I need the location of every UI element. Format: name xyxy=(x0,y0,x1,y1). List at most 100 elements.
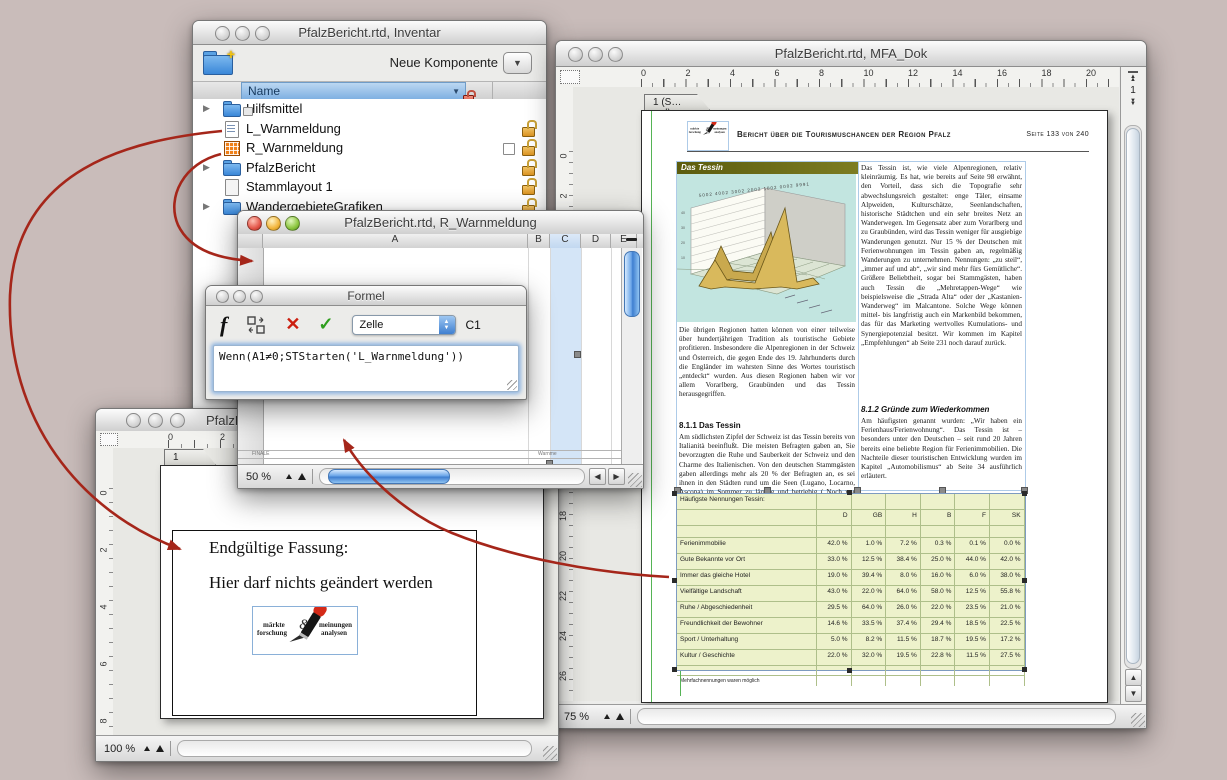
close-button[interactable] xyxy=(126,413,141,428)
unlocked-icon[interactable] xyxy=(522,146,535,156)
column-header-e[interactable]: E xyxy=(611,234,637,248)
horizontal-scrollbar[interactable] xyxy=(177,740,532,757)
zoom-in-icon[interactable] xyxy=(156,745,164,752)
tessin-3d-chart[interactable]: 5002 4002 3002 2002 1002 0002 9991 40302… xyxy=(677,174,856,322)
company-logo: märkte meinungen & forschung analysen xyxy=(253,607,357,654)
spreadsheet-titlebar[interactable]: PfalzBericht.rtd, R_Warnmeldung xyxy=(238,211,643,235)
final-page: Endgültige Fassung: Hier darf nichts geä… xyxy=(160,465,544,719)
resize-grip[interactable] xyxy=(628,473,642,487)
header-logo-frame[interactable]: märkte meinungen & forschung analysen xyxy=(687,121,729,151)
document-statusbar: 75 % xyxy=(556,704,1146,728)
previous-page-button[interactable]: ▲▲ xyxy=(1121,75,1145,82)
table-row: Ferienimmobilie 42.0 %1.0 % 7.2 %0.3 % 0… xyxy=(677,538,1025,554)
inventory-titlebar[interactable]: PfalzBericht.rtd, Inventar xyxy=(193,21,546,45)
svg-text:20: 20 xyxy=(681,241,685,245)
resize-grip[interactable] xyxy=(543,746,557,760)
splitter-icon[interactable] xyxy=(1128,71,1138,73)
column-header-d[interactable]: D xyxy=(581,234,611,248)
disclosure-triangle-icon[interactable]: ▶ xyxy=(203,103,210,114)
unlocked-icon[interactable] xyxy=(522,166,535,176)
minimize-button[interactable] xyxy=(148,413,163,428)
document-titlebar[interactable]: PfalzBericht.rtd, MFA_Dok xyxy=(556,41,1146,67)
zoom-level[interactable]: 50 % xyxy=(246,471,280,483)
column-header-c[interactable]: C xyxy=(550,234,581,248)
selection-handle[interactable] xyxy=(847,668,852,673)
next-page-button[interactable]: ▼▼ xyxy=(1121,99,1145,106)
column-header-a[interactable]: A xyxy=(263,234,528,248)
left-column-frame[interactable]: Das Tessin xyxy=(676,161,859,491)
cell-reference: C1 xyxy=(466,318,481,332)
table-column-header: F xyxy=(955,510,990,525)
selection-handle[interactable] xyxy=(672,578,677,583)
unlocked-icon[interactable] xyxy=(522,127,535,137)
horizontal-scrollbar[interactable] xyxy=(319,468,585,485)
formula-window[interactable]: Formel f ✕ ✓ Zelle ▲▼ C1 Wenn(A1≠0;STSta… xyxy=(205,285,527,400)
running-header-title: Bericht über die Tourismuschancen der Re… xyxy=(737,130,951,139)
selection-handle[interactable] xyxy=(672,667,677,672)
formula-titlebar[interactable]: Formel xyxy=(206,286,526,306)
list-item[interactable]: ▶ PfalzBericht xyxy=(193,158,546,178)
svg-text:40: 40 xyxy=(681,211,685,215)
horizontal-scroll-thumb[interactable] xyxy=(328,469,450,484)
new-component-dropdown-button[interactable]: ▼ xyxy=(503,52,532,74)
selection-handle[interactable] xyxy=(1022,491,1027,496)
selection-handle[interactable] xyxy=(1022,578,1027,583)
pane-splitter-icon[interactable] xyxy=(626,238,637,241)
function-icon[interactable]: f xyxy=(220,312,227,338)
selection-handle[interactable] xyxy=(1022,667,1027,672)
horizontal-scrollbar[interactable] xyxy=(637,708,1116,725)
frame-handle[interactable] xyxy=(574,351,581,358)
vertical-scroll-thumb[interactable] xyxy=(1126,128,1140,664)
swap-reference-icon[interactable] xyxy=(247,316,265,334)
unlocked-icon[interactable] xyxy=(522,185,535,195)
marker-pen-icon xyxy=(688,122,728,141)
item-label: R_Warnmeldung xyxy=(246,140,343,155)
vertical-scrollbar[interactable] xyxy=(1124,125,1142,669)
confirm-icon[interactable]: ✓ xyxy=(318,314,333,335)
zoom-out-icon[interactable] xyxy=(604,714,610,719)
item-checkbox[interactable] xyxy=(503,143,515,155)
zoom-out-icon[interactable] xyxy=(144,746,150,751)
column-header-b[interactable]: B xyxy=(528,234,550,248)
name-column-header[interactable]: Name ▼ xyxy=(241,82,466,100)
formula-input[interactable]: Wenn(A1≠0;STStarten('L_Warnmeldung')) xyxy=(213,345,519,392)
cancel-icon[interactable]: ✕ xyxy=(285,314,300,335)
scroll-left-button[interactable]: ◀ xyxy=(589,468,606,485)
zoom-button[interactable] xyxy=(170,413,185,428)
resize-grip[interactable] xyxy=(1131,713,1145,727)
selection-handle[interactable] xyxy=(672,491,677,496)
zoom-level[interactable]: 100 % xyxy=(104,743,138,755)
heading-8-1-1: 8.1.1 Das Tessin xyxy=(679,421,741,430)
table-column-header: H xyxy=(886,510,921,525)
scroll-right-button[interactable]: ▶ xyxy=(608,468,625,485)
zoom-out-icon[interactable] xyxy=(286,474,292,479)
window-title: PfalzBericht.rtd, Inventar xyxy=(193,25,546,40)
table-row: Kultur / Geschichte 22.0 %32.0 % 19.5 %2… xyxy=(677,650,1025,666)
tab-well[interactable] xyxy=(560,70,580,84)
scope-dropdown[interactable]: Zelle ▲▼ xyxy=(352,315,456,335)
list-item[interactable]: Stammlayout 1 xyxy=(193,177,546,197)
new-folder-icon[interactable]: + xyxy=(203,50,233,74)
right-column-frame[interactable]: Das Tessin ist, wie viele Alpenregionen,… xyxy=(858,161,1026,491)
zoom-in-icon[interactable] xyxy=(616,713,624,720)
tessin-table[interactable]: Häufigste Nennungen Tessin: DGBHBFSK Fer… xyxy=(676,493,1026,671)
vertical-scroll-thumb[interactable] xyxy=(624,251,640,317)
corner-cell[interactable] xyxy=(238,234,263,248)
tab-well[interactable] xyxy=(100,433,118,446)
logo-frame[interactable]: märkte meinungen & forschung analysen xyxy=(252,606,358,655)
formula-toolbar: f ✕ ✓ Zelle ▲▼ C1 xyxy=(206,306,526,343)
resize-grip[interactable] xyxy=(507,380,517,390)
list-item[interactable]: R_Warnmeldung xyxy=(193,138,546,158)
list-item[interactable]: ▶ Hilfsmittel xyxy=(193,99,546,119)
zoom-level[interactable]: 75 % xyxy=(564,711,598,723)
scroll-down-button[interactable]: ▼ xyxy=(1125,685,1142,702)
disclosure-triangle-icon[interactable]: ▶ xyxy=(203,162,210,173)
item-label: L_Warnmeldung xyxy=(246,121,341,136)
list-item[interactable]: L_Warnmeldung xyxy=(193,119,546,139)
protection-column-header[interactable] xyxy=(467,82,493,100)
zoom-in-icon[interactable] xyxy=(298,473,306,480)
selection-handle[interactable] xyxy=(847,490,852,495)
scroll-up-button[interactable]: ▲ xyxy=(1125,669,1142,686)
disclosure-triangle-icon[interactable]: ▶ xyxy=(203,201,210,212)
vertical-scrollbar[interactable] xyxy=(621,248,642,465)
